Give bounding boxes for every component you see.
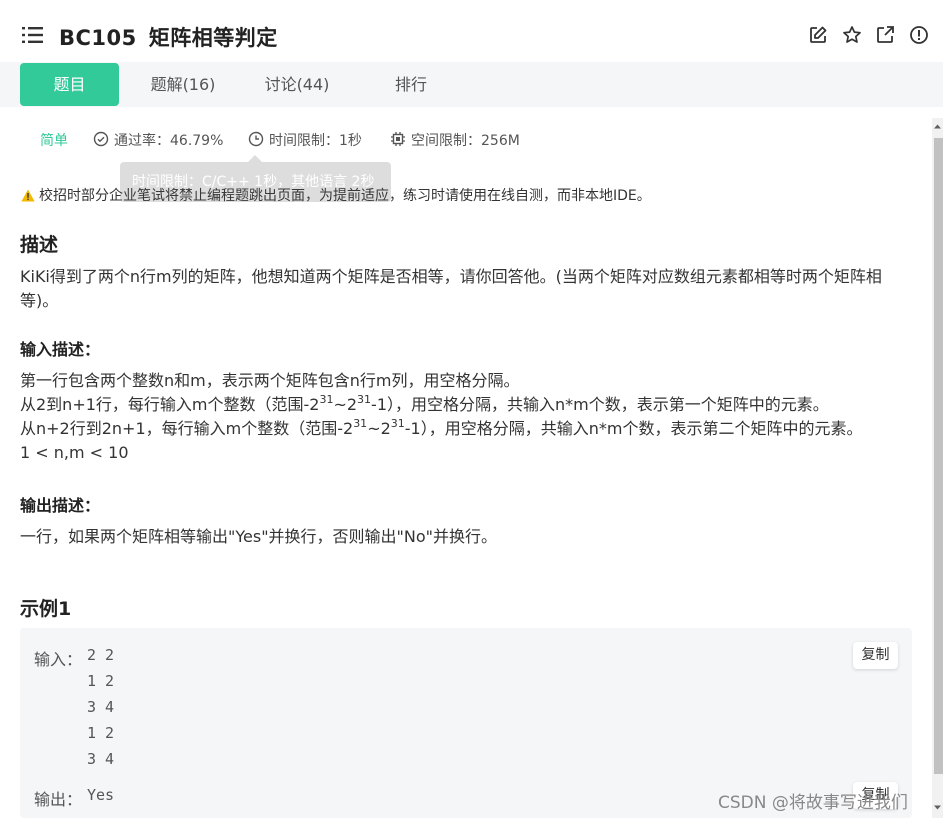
edit-icon[interactable] [808, 25, 828, 45]
input-desc-heading: 输入描述： [20, 340, 101, 359]
warning-icon [21, 189, 35, 202]
tab-bar: 题目 题解(16) 讨论(44) 排行 [0, 62, 943, 107]
list-menu-icon[interactable] [22, 26, 44, 44]
info-icon[interactable] [909, 25, 929, 45]
scroll-up-arrow-icon[interactable] [933, 122, 942, 131]
description-text: KiKi得到了两个n行m列的矩阵，他想知道两个矩阵是否相等，请你回答他。(当两个… [20, 267, 882, 310]
example-input-line: 2 2 [87, 646, 115, 664]
input-desc-line: 1 < n,m < 10 [20, 443, 129, 462]
space-limit: 空间限制：256M [411, 133, 520, 149]
time-limit-tooltip: 时间限制：C/C++ 1秒，其他语言 2秒 [120, 155, 391, 202]
example-input-line: 3 4 [87, 698, 115, 716]
output-desc-heading: 输出描述： [20, 496, 101, 515]
scrollbar-thumb[interactable] [934, 138, 943, 774]
input-desc-body: 第一行包含两个整数n和m，表示两个矩阵包含n行m列，用空格分隔。 从2到n+1行… [20, 369, 910, 465]
clock-icon [248, 131, 264, 147]
star-icon[interactable] [842, 25, 862, 45]
example-output-label: 输出： [34, 790, 83, 809]
tab-discussion[interactable]: 讨论(44) [247, 63, 347, 106]
tab-problem[interactable]: 题目 [20, 63, 119, 106]
example-input-label: 输入： [34, 650, 83, 669]
example-output-lines: Yes [87, 782, 114, 808]
example-input-line: 1 2 [87, 672, 115, 690]
watermark: CSDN @将故事写进我们 [718, 793, 908, 813]
scroll-down-arrow-icon[interactable] [933, 803, 942, 812]
problem-id: BC105 [59, 26, 137, 50]
copy-input-button[interactable]: 复制 [853, 642, 898, 669]
chip-icon [391, 132, 405, 146]
pass-rate: 通过率：46.79% [114, 133, 224, 149]
tab-ranking[interactable]: 排行 [361, 63, 461, 106]
input-desc-line: 从n+2行到2n+1，每行输入m个整数（范围-231~231-1），用空格分隔，… [20, 416, 863, 438]
header: BC105 矩阵相等判定 [0, 0, 943, 62]
example-input-line: 3 4 [87, 750, 115, 768]
example-input-lines: 2 2 1 2 3 4 1 2 3 4 [87, 642, 114, 772]
example-output-value: Yes [87, 786, 115, 804]
problem-title: 矩阵相等判定 [148, 26, 278, 50]
time-limit[interactable]: 时间限制：1秒 [269, 130, 362, 150]
page-title: BC105 矩阵相等判定 [59, 22, 278, 52]
example-input-line: 1 2 [87, 724, 115, 742]
check-circle-icon [93, 131, 109, 147]
output-desc-text: 一行，如果两个矩阵相等输出"Yes"并换行，否则输出"No"并换行。 [20, 527, 498, 546]
input-desc-line: 第一行包含两个整数n和m，表示两个矩阵包含n行m列，用空格分隔。 [20, 371, 520, 390]
example-heading: 示例1 [20, 598, 72, 620]
description-heading: 描述 [20, 234, 59, 256]
tab-solutions[interactable]: 题解(16) [133, 63, 233, 106]
input-desc-line: 从2到n+1行，每行输入m个整数（范围-231~231-1），用空格分隔，共输入… [20, 392, 829, 414]
difficulty-label: 简单 [40, 133, 68, 149]
open-external-icon[interactable] [875, 25, 895, 45]
